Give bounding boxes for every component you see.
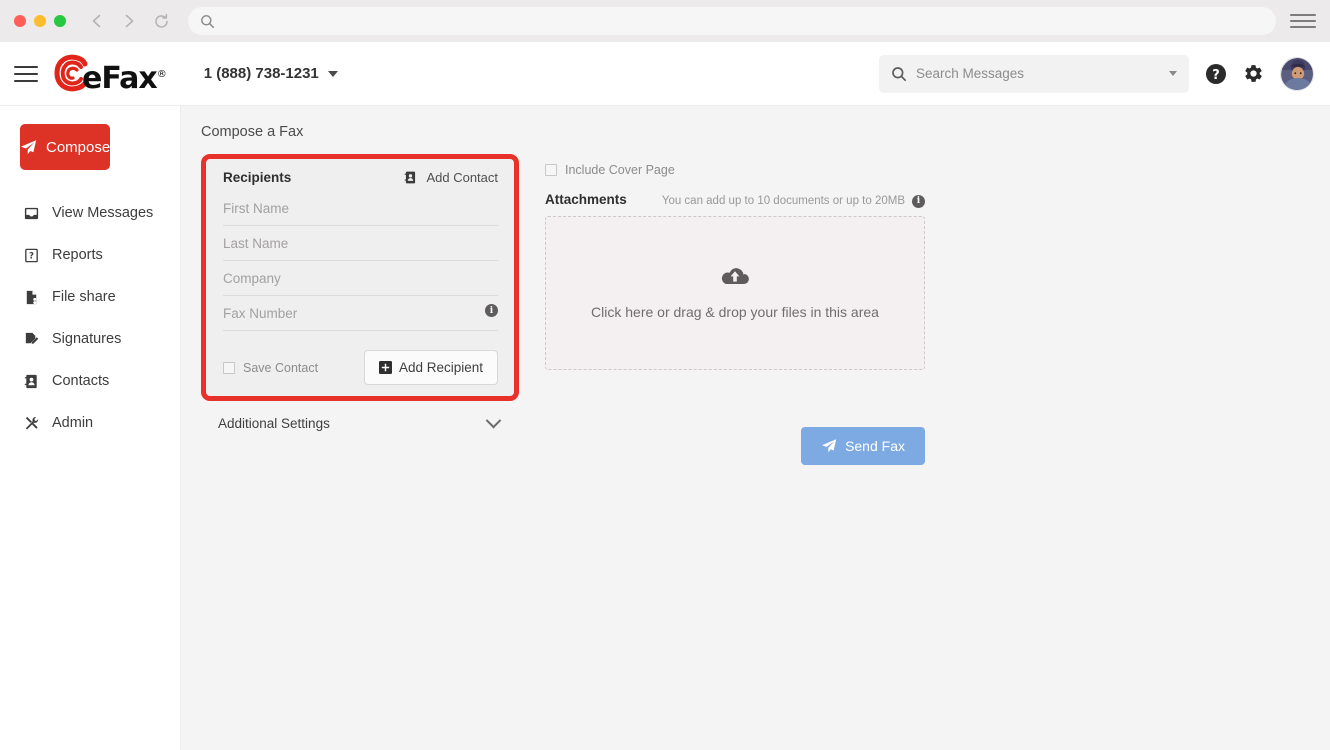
forward-icon[interactable] (118, 10, 140, 32)
attachments-note: You can add up to 10 documents or up to … (662, 195, 925, 208)
paper-plane-icon (20, 139, 37, 156)
info-icon[interactable]: i (485, 304, 498, 317)
search-messages-box[interactable] (879, 55, 1189, 93)
page-title: Compose a Fax (201, 124, 1330, 140)
main-content: Compose a Fax Recipients Add Contact (181, 106, 1330, 750)
maximize-window-button[interactable] (54, 15, 66, 27)
attachments-header: Attachments You can add up to 10 documen… (545, 192, 925, 208)
recipients-title: Recipients (223, 170, 291, 185)
send-fax-label: Send Fax (845, 438, 905, 454)
browser-chrome (0, 0, 1330, 42)
save-contact-checkbox[interactable]: Save Contact (223, 361, 318, 375)
sidebar: Compose View Messages ? Reports File sha… (0, 106, 181, 750)
avatar[interactable] (1280, 57, 1314, 91)
add-contact-label: Add Contact (426, 170, 498, 185)
add-recipient-label: Add Recipient (399, 360, 483, 375)
signature-pen-icon (22, 330, 40, 348)
compose-button[interactable]: Compose (20, 124, 110, 170)
chevron-down-icon (486, 413, 502, 429)
save-contact-label: Save Contact (243, 361, 318, 375)
send-fax-area: Send Fax (545, 412, 925, 465)
chevron-down-icon (328, 71, 338, 77)
company-input[interactable] (223, 271, 498, 286)
cloud-upload-icon (720, 265, 750, 289)
reload-icon[interactable] (150, 10, 172, 32)
file-share-icon (22, 288, 40, 306)
recipients-panel-highlight: Recipients Add Contact (201, 154, 519, 401)
url-bar[interactable] (188, 7, 1276, 35)
back-icon[interactable] (86, 10, 108, 32)
recipients-footer: Save Contact Add Recipient (223, 350, 498, 385)
attachments-title: Attachments (545, 192, 627, 207)
search-input[interactable] (916, 66, 1160, 81)
sidebar-item-signatures[interactable]: Signatures (0, 318, 180, 360)
fax-number-input[interactable] (223, 306, 498, 321)
sidebar-toggle-icon[interactable] (14, 66, 38, 82)
sidebar-item-admin[interactable]: Admin (0, 402, 180, 444)
gear-icon[interactable] (1243, 63, 1264, 84)
additional-settings-toggle[interactable]: Additional Settings (201, 412, 519, 435)
first-name-input[interactable] (223, 201, 498, 216)
report-question-icon: ? (22, 246, 40, 264)
sidebar-item-label: Admin (52, 415, 93, 431)
window-traffic-lights (14, 15, 66, 27)
last-name-input[interactable] (223, 236, 498, 251)
sidebar-item-reports[interactable]: ? Reports (0, 234, 180, 276)
additional-settings-label: Additional Settings (218, 416, 330, 431)
compose-button-label: Compose (46, 139, 110, 156)
contact-book-icon (403, 170, 418, 185)
attachments-dropzone[interactable]: Click here or drag & drop your files in … (545, 216, 925, 370)
sidebar-item-view-messages[interactable]: View Messages (0, 192, 180, 234)
compose-columns: Recipients Add Contact (201, 154, 1330, 401)
checkbox-box (545, 164, 557, 176)
attachments-column: Include Cover Page Attachments You can a… (545, 154, 925, 370)
phone-number-label: 1 (888) 738-1231 (204, 65, 319, 82)
minimize-window-button[interactable] (34, 15, 46, 27)
search-icon (200, 14, 215, 29)
header-actions: ? (879, 55, 1314, 93)
sidebar-item-label: View Messages (52, 205, 153, 221)
include-cover-page-label: Include Cover Page (565, 163, 675, 177)
sidebar-item-label: Signatures (52, 331, 121, 347)
bottom-row: Additional Settings Send Fax (201, 412, 1330, 465)
fax-number-field[interactable]: i (223, 296, 498, 331)
close-window-button[interactable] (14, 15, 26, 27)
add-recipient-button[interactable]: Add Recipient (364, 350, 498, 385)
help-circle-icon[interactable]: ? (1205, 63, 1227, 85)
paper-plane-icon (821, 438, 837, 454)
checkbox-box (223, 362, 235, 374)
company-field[interactable] (223, 261, 498, 296)
sidebar-item-contacts[interactable]: Contacts (0, 360, 180, 402)
dropzone-text: Click here or drag & drop your files in … (591, 304, 879, 320)
tools-icon (22, 414, 40, 432)
recipients-header: Recipients Add Contact (223, 170, 498, 185)
svg-text:?: ? (1212, 68, 1220, 83)
first-name-field[interactable] (223, 191, 498, 226)
send-fax-button[interactable]: Send Fax (801, 427, 925, 465)
search-icon (891, 66, 907, 82)
phone-number-selector[interactable]: 1 (888) 738-1231 (204, 65, 338, 82)
sidebar-item-label: File share (52, 289, 116, 305)
sidebar-item-label: Contacts (52, 373, 109, 389)
efax-logo[interactable]: eFax® (52, 54, 166, 94)
plus-square-icon (379, 361, 392, 374)
app-body: Compose View Messages ? Reports File sha… (0, 106, 1330, 750)
svg-text:?: ? (29, 251, 34, 261)
sidebar-item-file-share[interactable]: File share (0, 276, 180, 318)
include-cover-page-checkbox[interactable]: Include Cover Page (545, 163, 925, 177)
inbox-icon (22, 204, 40, 222)
efax-logo-text: eFax® (82, 64, 166, 94)
app-header: eFax® 1 (888) 738-1231 ? (0, 42, 1330, 106)
add-contact-button[interactable]: Add Contact (403, 170, 498, 185)
browser-menu-icon[interactable] (1290, 14, 1316, 28)
attachments-note-text: You can add up to 10 documents or up to … (662, 195, 905, 207)
sidebar-item-label: Reports (52, 247, 103, 263)
info-icon[interactable]: i (912, 195, 925, 208)
last-name-field[interactable] (223, 226, 498, 261)
search-dropdown-icon[interactable] (1169, 71, 1177, 76)
contact-book-icon (22, 372, 40, 390)
